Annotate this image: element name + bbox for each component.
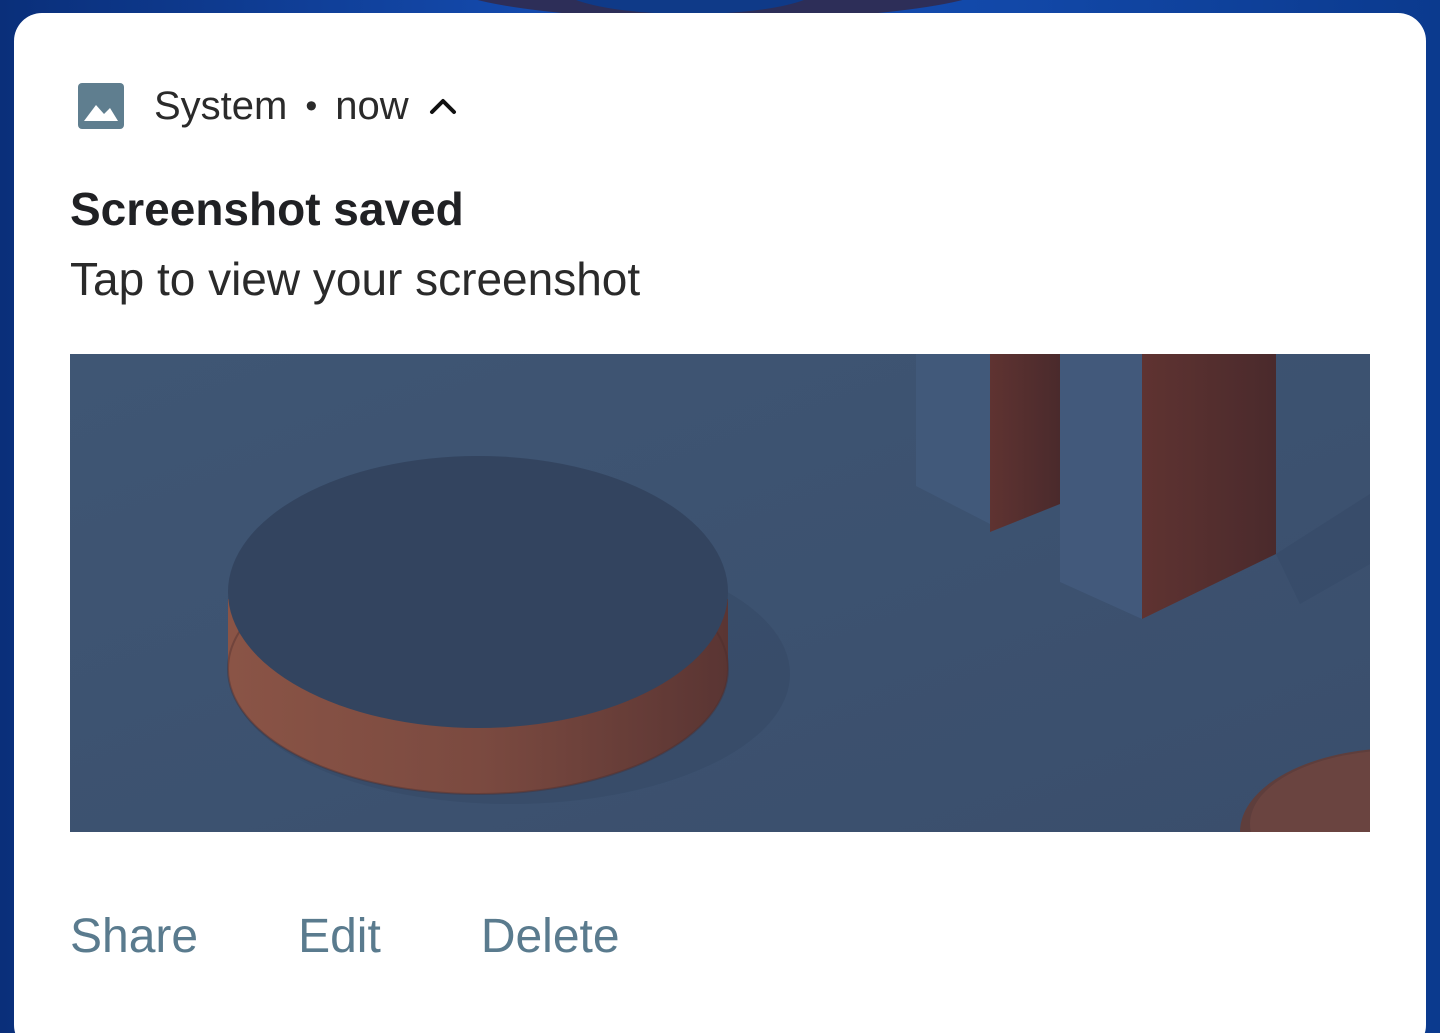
share-button[interactable]: Share [70, 909, 198, 965]
notification-card[interactable]: System • now Screenshot saved Tap to vie… [14, 13, 1426, 1033]
screenshot-thumbnail [70, 354, 1370, 832]
chevron-up-icon[interactable] [423, 86, 463, 126]
image-icon [78, 83, 124, 129]
delete-button[interactable]: Delete [481, 909, 620, 965]
header-separator: • [305, 87, 318, 125]
screenshot-preview[interactable] [70, 354, 1370, 832]
notification-title: Screenshot saved [70, 183, 464, 235]
notification-header[interactable]: System • now [76, 75, 463, 137]
notification-time: now [335, 84, 409, 128]
notification-subtitle: Tap to view your screenshot [70, 253, 641, 305]
edit-button[interactable]: Edit [298, 909, 381, 965]
app-name: System [154, 84, 288, 128]
notification-actions: Share Edit Delete [70, 909, 720, 965]
